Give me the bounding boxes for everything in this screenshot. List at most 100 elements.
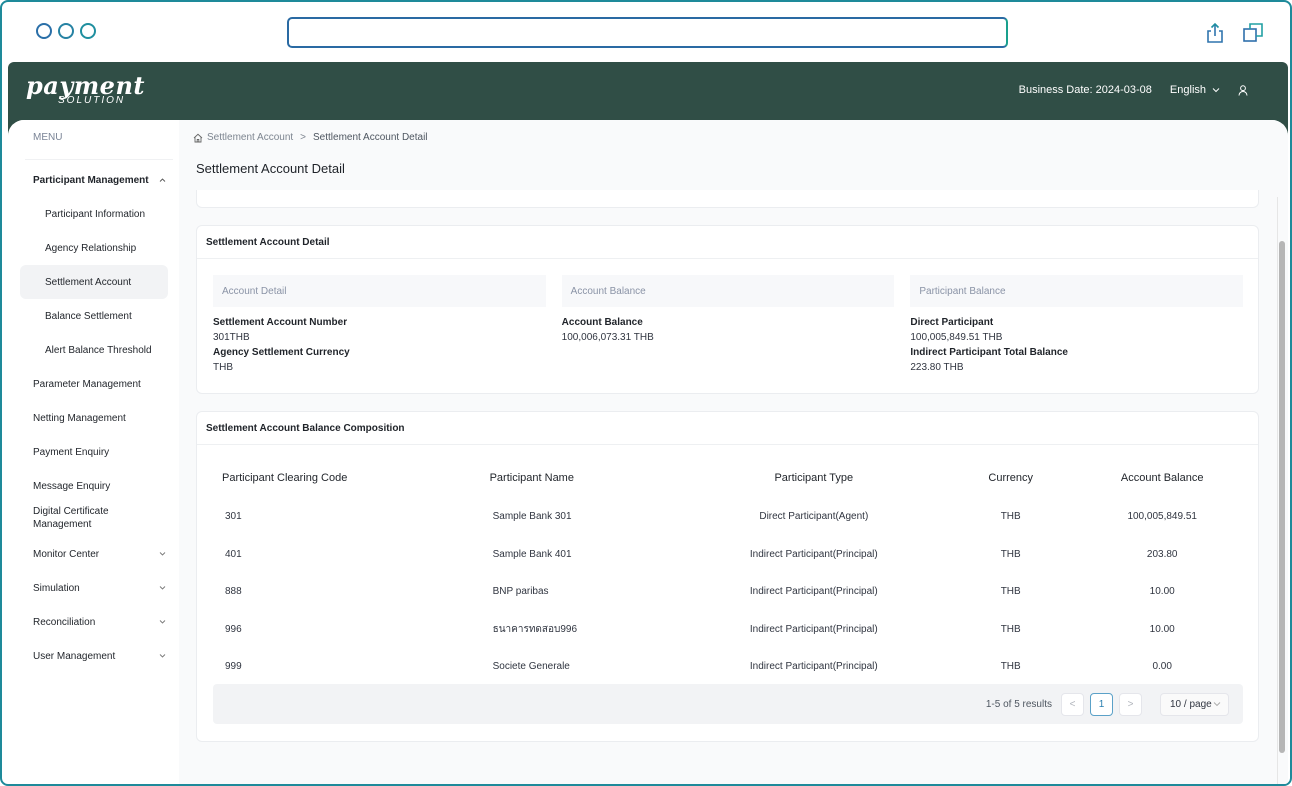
- window-close-button[interactable]: [36, 23, 52, 39]
- business-date: Business Date: 2024-03-08: [1018, 84, 1152, 96]
- chevron-down-icon: [159, 583, 166, 594]
- cell-clearing-code: 999: [225, 661, 242, 673]
- sidebar-item-monitor-center[interactable]: Monitor Center: [20, 537, 168, 571]
- vertical-scrollbar[interactable]: [1277, 197, 1285, 784]
- balance-composition-card: Settlement Account Balance Composition P…: [196, 411, 1259, 742]
- field-value: 301THB: [213, 332, 250, 343]
- table-row: 999 Societe Generale Indirect Participan…: [213, 648, 1243, 686]
- cell-participant-type: Direct Participant(Agent): [759, 511, 869, 523]
- sidebar-item-settlement-account[interactable]: Settlement Account: [20, 265, 168, 299]
- sidebar-item-message-enquiry[interactable]: Message Enquiry: [20, 469, 168, 503]
- home-icon[interactable]: [193, 133, 203, 143]
- cell-participant-name: BNP paribas: [492, 586, 549, 598]
- window-controls: [36, 23, 96, 39]
- sidebar-item-user-management[interactable]: User Management: [20, 639, 168, 673]
- breadcrumb-link-settlement-account[interactable]: Settlement Account: [207, 132, 293, 143]
- sidebar-item-parameter-management[interactable]: Parameter Management: [20, 367, 168, 401]
- pagination-prev-button[interactable]: <: [1061, 692, 1084, 716]
- chevron-down-icon: [159, 651, 166, 662]
- scrollbar-thumb[interactable]: [1279, 241, 1285, 753]
- header-actions: Business Date: 2024-03-08 English: [1019, 84, 1248, 96]
- composition-table: Participant Clearing Code Participant Na…: [213, 458, 1243, 686]
- sidebar-item-agency-relationship[interactable]: Agency Relationship: [20, 231, 168, 265]
- cell-currency: THB: [1000, 548, 1021, 560]
- window-minimize-button[interactable]: [58, 23, 74, 39]
- table-row: 401 Sample Bank 401 Indirect Participant…: [213, 536, 1243, 574]
- browser-chrome: [2, 2, 1290, 62]
- sidebar-item-label: Simulation: [33, 582, 80, 594]
- sidebar-item-label: Monitor Center: [33, 548, 100, 560]
- windows-icon[interactable]: [1242, 22, 1264, 44]
- sidebar-item-reconciliation[interactable]: Reconciliation: [20, 605, 168, 639]
- sidebar-item-label: Parameter Management: [33, 378, 141, 390]
- window-maximize-button[interactable]: [80, 23, 96, 39]
- breadcrumb: Settlement Account > Settlement Account …: [193, 132, 428, 143]
- sidebar-item-netting-management[interactable]: Netting Management: [20, 401, 168, 435]
- sidebar-item-label: Message Enquiry: [33, 480, 111, 492]
- card-title: Settlement Account Detail: [197, 226, 1258, 259]
- page-size-select[interactable]: 10 / page: [1160, 692, 1229, 716]
- sidebar: MENU Participant Management Participant …: [8, 120, 178, 784]
- column-header: Participant Clearing Code: [222, 472, 348, 484]
- sidebar-item-label: Alert Balance Threshold: [45, 344, 152, 356]
- section-heading: Participant Balance: [910, 275, 1244, 307]
- cell-clearing-code: 888: [225, 586, 242, 598]
- detail-sections: Account Detail Settlement Account Number…: [213, 275, 1244, 374]
- sidebar-item-label: Settlement Account: [45, 276, 132, 288]
- sidebar-item-alert-balance-threshold[interactable]: Alert Balance Threshold: [20, 333, 168, 367]
- field-value: 100,006,073.31 THB: [561, 332, 654, 343]
- pagination: 1-5 of 5 results < 1 > 10 / page: [213, 684, 1243, 724]
- field-label: Settlement Account Number: [213, 317, 348, 328]
- sidebar-item-simulation[interactable]: Simulation: [20, 571, 168, 605]
- cell-participant-name: ธนาคารทดสอบ996: [492, 623, 578, 635]
- sidebar-item-label: Reconciliation: [33, 616, 96, 628]
- cell-currency: THB: [1000, 661, 1021, 673]
- field-value: 100,005,849.51 THB: [910, 332, 1003, 343]
- field-label: Account Balance: [561, 317, 643, 328]
- pagination-page-1[interactable]: 1: [1090, 692, 1113, 716]
- section-participant-balance: Participant Balance Direct Participant 1…: [910, 275, 1244, 374]
- address-bar[interactable]: [287, 17, 1008, 48]
- chevron-down-icon: [1212, 87, 1220, 93]
- cell-participant-type: Indirect Participant(Principal): [749, 661, 878, 673]
- collapsed-card: [196, 190, 1259, 208]
- column-header: Account Balance: [1120, 472, 1204, 484]
- user-icon[interactable]: [1238, 84, 1248, 96]
- menu-divider: [25, 159, 173, 160]
- sidebar-item-payment-enquiry[interactable]: Payment Enquiry: [20, 435, 168, 469]
- app-body: MENU Participant Management Participant …: [8, 120, 1288, 784]
- brand-logo[interactable]: payment SOLUTION: [26, 74, 145, 107]
- sidebar-item-label: Payment Enquiry: [33, 446, 110, 458]
- cell-account-balance: 100,005,849.51: [1127, 511, 1197, 523]
- sidebar-item-digital-certificate-management[interactable]: Digital Certificate Management: [20, 499, 168, 537]
- page-title: Settlement Account Detail: [196, 161, 345, 176]
- field-label: Agency Settlement Currency: [213, 347, 350, 358]
- sidebar-item-label: Digital Certificate Management: [33, 506, 109, 530]
- table-row: 888 BNP paribas Indirect Participant(Pri…: [213, 573, 1243, 611]
- table-header-row: Participant Clearing Code Participant Na…: [213, 458, 1243, 498]
- section-account-detail: Account Detail Settlement Account Number…: [213, 275, 546, 374]
- section-account-balance: Account Balance Account Balance 100,006,…: [561, 275, 895, 374]
- column-header: Currency: [988, 472, 1034, 484]
- table-row: 301 Sample Bank 301 Direct Participant(A…: [213, 498, 1243, 536]
- main-content: Settlement Account > Settlement Account …: [179, 120, 1288, 784]
- chevron-down-icon: [159, 617, 166, 628]
- pagination-next-button[interactable]: >: [1119, 692, 1142, 716]
- share-icon[interactable]: [1204, 22, 1226, 44]
- menu-label: MENU: [33, 132, 63, 143]
- sidebar-nav: Participant Management Participant Infor…: [20, 163, 168, 673]
- language-label: English: [1169, 84, 1206, 96]
- sidebar-item-participant-management[interactable]: Participant Management: [20, 163, 168, 197]
- section-heading: Account Balance: [561, 275, 895, 307]
- sidebar-item-participant-information[interactable]: Participant Information: [20, 197, 168, 231]
- field-label: Direct Participant: [910, 317, 994, 328]
- sidebar-item-balance-settlement[interactable]: Balance Settlement: [20, 299, 168, 333]
- field-label: Indirect Participant Total Balance: [910, 347, 1068, 358]
- sidebar-item-label: Balance Settlement: [45, 310, 132, 322]
- cell-clearing-code: 401: [225, 548, 242, 560]
- chevron-down-icon: [159, 549, 166, 560]
- sidebar-item-label: Agency Relationship: [45, 242, 137, 254]
- settlement-account-detail-card: Settlement Account Detail Account Detail…: [196, 225, 1259, 394]
- language-selector[interactable]: English: [1170, 84, 1220, 96]
- cell-currency: THB: [1000, 586, 1021, 598]
